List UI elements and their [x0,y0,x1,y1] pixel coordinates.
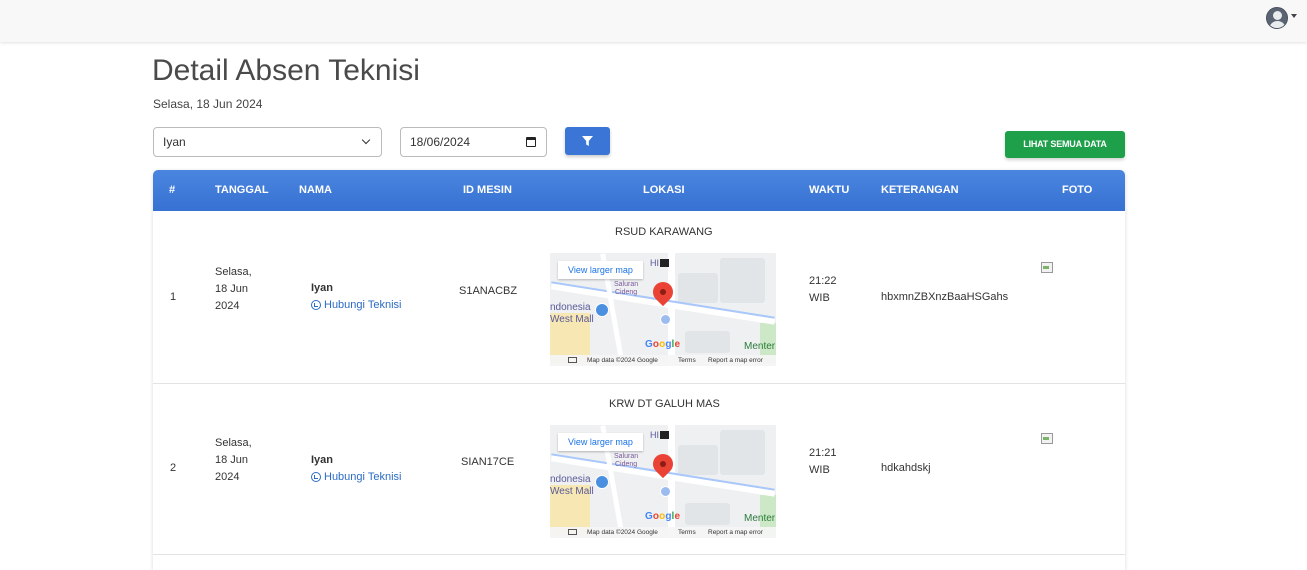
table-row: 1 Selasa, 18 Jun 2024 Iyan Hubungi Tekni… [153,211,1125,384]
caret-down-icon[interactable] [1291,14,1297,18]
broken-image-icon[interactable] [1040,432,1053,444]
broken-image-icon[interactable] [1040,261,1053,273]
column-header-machine-id: ID MESIN [463,184,512,196]
show-all-data-button[interactable]: LIHAT SEMUA DATA [1005,131,1125,158]
location-name: RSUD KARAWANG [615,226,713,238]
map-area-label: West Mall [550,314,594,325]
map-terms-link[interactable]: Terms [678,529,696,536]
row-date-line: 18 Jun [215,454,249,466]
date-input[interactable]: 18/06/2024 [400,127,547,157]
column-header-note: KETERANGAN [881,184,959,196]
row-name-cell: Iyan Hubungi Teknisi [311,454,401,483]
map-area-label: Menter [744,341,776,352]
map-transit-icon [660,259,669,267]
map-attribution: Map data ©2024 Google [587,357,658,364]
map-attribution: Map data ©2024 Google [587,529,658,536]
machine-id: S1ANACBZ [459,285,518,297]
map-report-link[interactable]: Report a map error [708,529,763,536]
whatsapp-icon [311,472,321,482]
map-area-label: ndonesia [550,302,591,313]
keyboard-icon[interactable] [568,357,577,363]
calendar-icon[interactable] [526,137,536,147]
row-date-line: Selasa, [215,437,252,449]
row-date-line: 18 Jun [215,283,249,295]
location-map[interactable]: View larger map HI Saluran Cideng ndonesi… [550,253,776,366]
row-time-line: 21:21 [809,447,837,459]
filter-icon [582,136,593,146]
map-area-label: Menter [744,513,776,524]
row-time-line: WIB [809,464,830,476]
row-date-line: Selasa, [215,266,252,278]
machine-id: SIAN17CE [461,456,515,468]
view-larger-map-link[interactable]: View larger map [558,433,643,451]
technician-name: Iyan [311,282,334,294]
column-header-name: NAMA [299,184,332,196]
row-time-line: WIB [809,292,830,304]
row-name-cell: Iyan Hubungi Teknisi [311,282,401,311]
whatsapp-icon [311,300,321,310]
location-map[interactable]: View larger map HI Saluran Cideng ndonesi… [550,425,776,538]
contact-technician-label: Hubungi Teknisi [324,471,402,483]
google-logo: Google [645,339,681,350]
shopping-mall-icon [595,475,609,489]
contact-technician-link[interactable]: Hubungi Teknisi [311,471,401,483]
attendance-table: # TANGGAL NAMA ID MESIN LOKASI WAKTU KET… [153,170,1125,570]
map-label-hi: HI [650,430,659,440]
row-time-line: 21:22 [809,275,837,287]
map-footer: Map data ©2024 Google Terms Report a map… [550,355,776,366]
filter-button[interactable] [565,127,610,155]
row-date-line: 2024 [215,471,240,483]
current-location-icon [660,486,671,497]
keyboard-icon[interactable] [568,529,577,535]
row-number: 1 [170,291,177,303]
column-header-location: LOKASI [643,184,685,196]
view-larger-map-link[interactable]: View larger map [558,261,643,279]
column-header-date: TANGGAL [215,184,269,196]
google-logo: Google [645,511,681,522]
map-street-label: Saluran Cideng [614,281,639,296]
page-date: Selasa, 18 Jun 2024 [153,97,263,111]
page-title: Detail Absen Teknisi [152,54,420,87]
map-terms-link[interactable]: Terms [678,357,696,364]
map-footer: Map data ©2024 Google Terms Report a map… [550,527,776,538]
shopping-mall-icon [595,303,609,317]
row-date: Selasa, 18 Jun 2024 [215,264,252,315]
technician-name: Iyan [311,454,334,466]
map-label-hi: HI [650,258,659,268]
technician-select-value: Iyan [163,135,186,149]
map-transit-icon [660,431,669,439]
row-note: hdkahdskj [881,462,931,474]
user-avatar-icon[interactable] [1266,7,1288,29]
row-note: hbxmnZBXnzBaaHSGahs [881,291,1009,303]
current-location-icon [660,314,671,325]
column-header-photo: FOTO [1062,184,1093,196]
chevron-down-icon [361,135,371,145]
table-row: 2 Selasa, 18 Jun 2024 Iyan Hubungi Tekni… [153,384,1125,555]
column-header-time: WAKTU [809,184,850,196]
map-area-label: West Mall [550,486,594,497]
map-area-label: ndonesia [550,474,591,485]
column-header-number: # [169,184,176,196]
map-report-link[interactable]: Report a map error [708,357,763,364]
row-date-line: 2024 [215,300,240,312]
table-header: # TANGGAL NAMA ID MESIN LOKASI WAKTU KET… [153,170,1125,211]
top-navbar [0,0,1307,42]
row-number: 2 [170,462,177,474]
row-time: 21:21 WIB [809,445,837,479]
map-street-label: Saluran Cideng [614,453,639,468]
row-time: 21:22 WIB [809,273,837,307]
contact-technician-label: Hubungi Teknisi [324,299,402,311]
row-date: Selasa, 18 Jun 2024 [215,435,252,486]
location-name: KRW DT GALUH MAS [609,398,720,410]
contact-technician-link[interactable]: Hubungi Teknisi [311,299,401,311]
technician-select[interactable]: Iyan [153,127,382,157]
date-input-value: 18/06/2024 [410,135,471,149]
